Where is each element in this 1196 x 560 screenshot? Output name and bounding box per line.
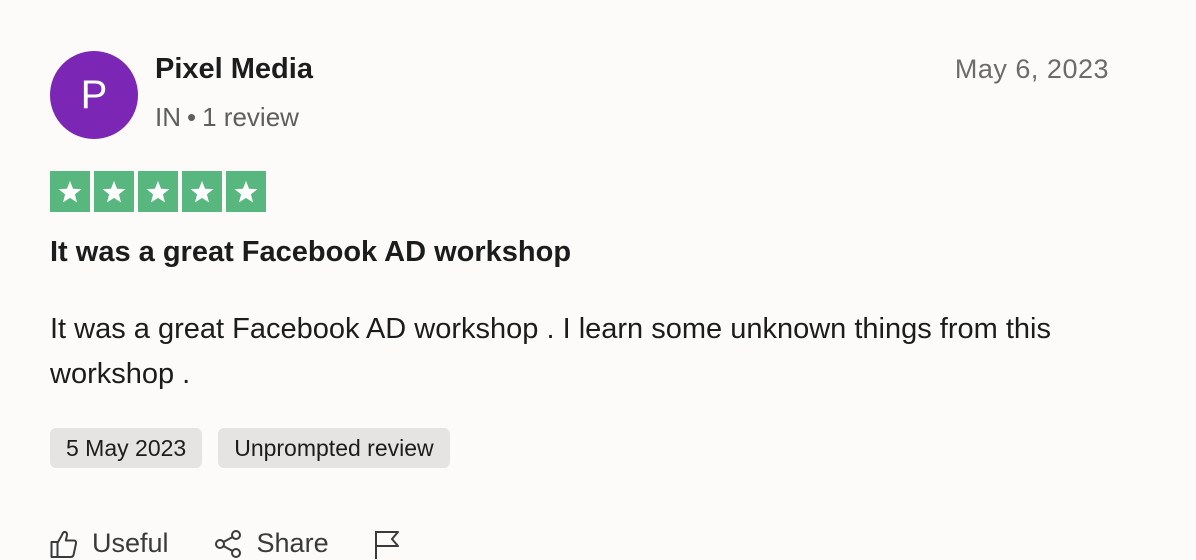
star-icon (138, 171, 178, 212)
share-button[interactable]: Share (213, 528, 329, 559)
useful-button[interactable]: Useful (50, 528, 169, 559)
review-body: It was a great Facebook AD workshop . I … (50, 313, 1051, 390)
experience-date-badge: 5 May 2023 (50, 428, 203, 468)
review-card: P Pixel Media IN • 1 review May 6, 2023 It… (0, 0, 1196, 560)
star-icon (226, 171, 266, 212)
useful-label: Useful (92, 528, 169, 558)
reviewer-review-count: 1 review (202, 102, 299, 132)
meta-separator: • (187, 102, 197, 132)
star-icon (50, 171, 90, 212)
thumbs-up-icon (50, 529, 78, 559)
share-icon (213, 529, 243, 559)
reviewer-name[interactable]: Pixel Media (155, 53, 313, 86)
star-icon (182, 171, 222, 212)
star-icon (94, 171, 134, 212)
review-tags: 5 May 2023 Unprompted review (50, 428, 450, 468)
star-rating (50, 171, 266, 212)
review-date: May 6, 2023 (954, 54, 1109, 84)
flag-icon (373, 529, 401, 559)
reviewer-meta: IN • 1 review (155, 102, 299, 133)
report-button[interactable] (373, 529, 401, 559)
share-label: Share (256, 528, 329, 558)
review-actions: Useful Share (50, 528, 401, 559)
review-source-badge[interactable]: Unprompted review (218, 428, 450, 468)
avatar[interactable]: P (50, 51, 138, 139)
review-title[interactable]: It was a great Facebook AD workshop (50, 236, 571, 269)
avatar-initial: P (80, 72, 108, 117)
reviewer-country: IN (155, 102, 181, 132)
